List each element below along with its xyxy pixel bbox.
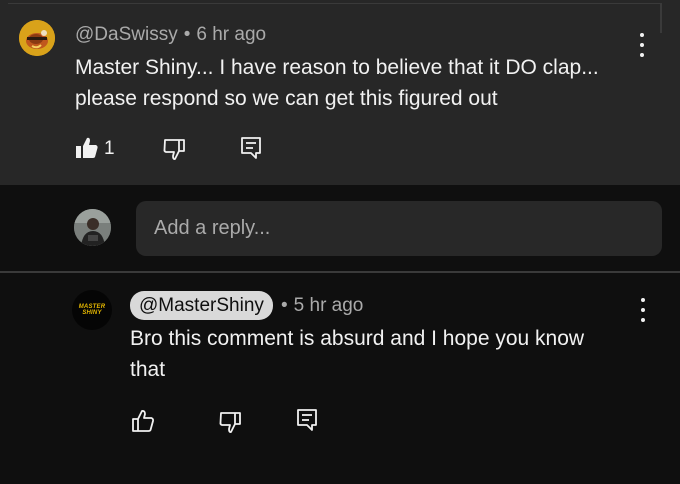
creator-author-chip[interactable]: @MasterShiny	[130, 291, 273, 320]
thumbs-up-outline-icon	[132, 410, 154, 432]
reply-comment-icon	[241, 137, 261, 159]
top-divider-edge	[660, 3, 662, 33]
like-button[interactable]	[75, 136, 99, 165]
meta-separator: •	[281, 295, 288, 316]
logo-line-2: SHINY	[82, 310, 102, 316]
like-count: 1	[104, 138, 115, 159]
comment-text: Master Shiny... I have reason to believe…	[75, 52, 599, 114]
more-vert-icon-dot	[641, 298, 645, 302]
top-divider	[8, 3, 660, 4]
reply-more-options-button[interactable]	[637, 298, 649, 322]
dislike-button[interactable]	[162, 137, 186, 166]
more-vert-icon-dot	[641, 308, 645, 312]
reply-comment-icon	[297, 409, 317, 431]
current-user-avatar	[74, 209, 111, 246]
reply-dislike-button[interactable]	[218, 410, 242, 439]
reply-text: Bro this comment is absurd and I hope yo…	[130, 323, 584, 385]
add-reply-placeholder: Add a reply...	[154, 217, 271, 239]
add-reply-input[interactable]: Add a reply...	[136, 201, 662, 256]
thumbs-up-filled-icon	[76, 137, 98, 158]
comment-author[interactable]: @DaSwissy	[75, 24, 178, 45]
reply-meta: • 5 hr ago	[281, 295, 363, 317]
comment-text-line: please respond so we can get this figure…	[75, 87, 498, 110]
thumbs-down-outline-icon	[219, 412, 241, 433]
comment-text-line: Master Shiny... I have reason to believe…	[75, 56, 599, 79]
comment-timestamp[interactable]: 6 hr ago	[196, 24, 266, 45]
reply-text-line: that	[130, 358, 166, 381]
current-user-avatar-image	[74, 209, 111, 246]
more-vert-icon-dot	[640, 33, 644, 37]
reply-reply-button[interactable]	[296, 408, 318, 437]
thumbs-down-outline-icon	[163, 139, 185, 160]
more-vert-icon-dot	[640, 53, 644, 57]
more-vert-icon-dot	[640, 43, 644, 47]
reply-like-button[interactable]	[131, 409, 155, 438]
comment-meta: @DaSwissy • 6 hr ago	[75, 24, 266, 46]
section-divider	[0, 271, 680, 273]
avatar-daswissy-image	[19, 20, 55, 56]
reply-timestamp[interactable]: 5 hr ago	[294, 295, 364, 316]
more-vert-icon-dot	[641, 318, 645, 322]
comment-more-options-button[interactable]	[636, 33, 648, 57]
avatar-mastershiny[interactable]: MASTER SHINY	[72, 290, 112, 330]
reply-text-line: Bro this comment is absurd and I hope yo…	[130, 327, 585, 350]
avatar-daswissy[interactable]	[19, 20, 55, 56]
meta-separator: •	[183, 24, 191, 45]
reply-button[interactable]	[240, 136, 262, 165]
comments-thread: @DaSwissy • 6 hr ago Master Shiny... I hav…	[0, 0, 680, 484]
mastershiny-logo: MASTER SHINY	[79, 304, 106, 316]
highlighted-comment: @DaSwissy • 6 hr ago Master Shiny... I hav…	[0, 0, 680, 185]
